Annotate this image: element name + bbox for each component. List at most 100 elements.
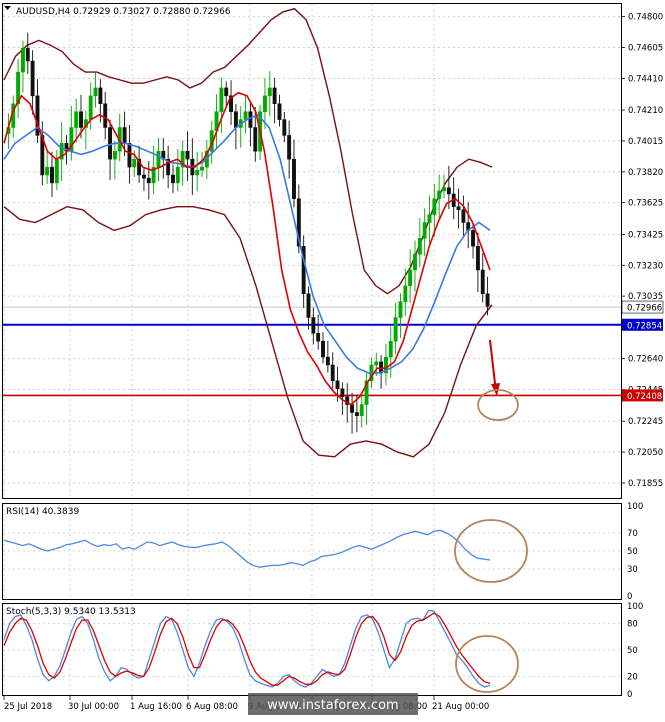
candle-body [20, 48, 25, 73]
price-tick-label: 0.71855 [628, 479, 663, 489]
candle-body [272, 87, 277, 104]
candle-body [74, 111, 79, 128]
candle-body [340, 388, 345, 397]
candle-body [156, 151, 161, 168]
chart-window: 0.74800 0.74605 0.74410 0.74210 0.74015 0.738… [0, 0, 665, 718]
candle-body [127, 143, 132, 168]
watermark: www.instaforex.com [267, 698, 398, 713]
candle-body [93, 87, 98, 97]
candle-body [335, 380, 340, 390]
time-tick-label: 25 Jul 2018 [4, 702, 52, 712]
candle-body [25, 48, 30, 62]
candle-body [292, 158, 296, 200]
candle-body [432, 198, 437, 215]
time-tick-label: 30 Jul 00:00 [68, 702, 119, 712]
candle-body [98, 87, 103, 104]
price-tick-label: 0.73820 [628, 168, 663, 178]
candle-body [325, 356, 330, 366]
candle-body [354, 412, 359, 416]
candle-body [185, 151, 190, 160]
price-tick-label: 0.73035 [628, 292, 663, 302]
candle-body [146, 177, 151, 184]
candle-body [112, 151, 117, 160]
candle-body [248, 111, 253, 128]
price-tick-label: 0.73425 [628, 230, 663, 240]
candle-body [175, 166, 180, 184]
candle-body [79, 111, 83, 128]
stoch-tick-label: 80 [627, 620, 638, 630]
time-tick-label: 21 Aug 00:00 [432, 702, 489, 712]
candle-body [224, 87, 229, 97]
candle-body [442, 187, 446, 192]
rsi-tick-label: 50 [627, 547, 638, 557]
rsi-tick-label: 100 [627, 502, 643, 512]
price-tick-label: 0.72050 [628, 448, 663, 458]
time-tick-label: 1 Aug 16:00 [130, 702, 182, 712]
price-tick-label: 0.73230 [628, 261, 663, 271]
candle-body [398, 301, 403, 318]
candle-body [446, 187, 451, 195]
stoch-tick-label: 0 [627, 690, 632, 700]
candle-body [88, 95, 93, 120]
candle-body [393, 317, 398, 342]
candle-body [471, 230, 476, 247]
candle-body [311, 317, 316, 334]
candle-body [50, 166, 54, 184]
candle-body [475, 246, 480, 271]
candle-body [306, 293, 311, 318]
stoch-tick-label: 100 [627, 602, 643, 612]
candle-body [330, 364, 335, 382]
main-panel-title: AUDUSD,H4 0.72929 0.73027 0.72880 0.7296… [16, 7, 231, 17]
candle-body [456, 206, 461, 211]
candle-body [427, 214, 432, 223]
price-tick-label: 0.74605 [628, 44, 663, 54]
candle-body [485, 293, 490, 307]
price-tick-label: 0.74015 [628, 137, 663, 147]
candle-body [243, 111, 248, 120]
time-tick-label: 6 Aug 08:00 [186, 702, 238, 712]
stoch-tick-label: 20 [627, 672, 638, 682]
rsi-tick-label: 70 [627, 529, 638, 539]
candle-body [195, 170, 200, 176]
candle-body [437, 190, 442, 199]
stoch-panel-title: Stoch(5,3,3) 9.5340 13.5313 [6, 607, 136, 617]
candle-body [30, 60, 35, 97]
candle-body [388, 341, 393, 358]
price-tick-label: 0.74210 [628, 106, 663, 116]
candle-body [141, 174, 146, 179]
price-tick-label: 0.74800 [628, 13, 663, 23]
candle-body [200, 166, 204, 171]
candle-body [413, 253, 417, 271]
candle-body [287, 135, 292, 160]
candle-body [277, 103, 282, 120]
candle-body [321, 341, 325, 358]
candle-body [103, 103, 108, 128]
candle-body [350, 404, 355, 413]
stoch-tick-label: 50 [627, 646, 638, 656]
candle-body [45, 166, 50, 176]
rsi-panel-title: RSI(14) 40.3839 [6, 507, 79, 517]
candle-body [132, 158, 137, 168]
rsi-tick-label: 0 [627, 592, 632, 602]
candle-body [54, 158, 59, 184]
candle-body [422, 222, 427, 239]
candle-body [403, 285, 408, 302]
candle-body [417, 238, 422, 255]
blue-line-price-label: 0.72854 [627, 321, 662, 331]
candle-body [359, 404, 364, 416]
red-line-price-label: 0.72408 [627, 392, 662, 402]
candle-body [267, 87, 272, 97]
candle-body [233, 111, 238, 128]
price-tick-label: 0.73625 [628, 199, 663, 209]
rsi-tick-label: 30 [627, 565, 638, 575]
candle-body [374, 361, 379, 366]
candle-body [316, 333, 321, 342]
candle-body [480, 269, 485, 294]
current-price-label: 0.72966 [627, 304, 662, 314]
candle-body [171, 174, 175, 184]
chart-canvas: 0.74800 0.74605 0.74410 0.74210 0.74015 0.738… [0, 0, 665, 718]
candle-body [262, 95, 267, 112]
candle-body [282, 119, 287, 136]
candle-body [461, 209, 466, 223]
candle-body [108, 127, 113, 160]
